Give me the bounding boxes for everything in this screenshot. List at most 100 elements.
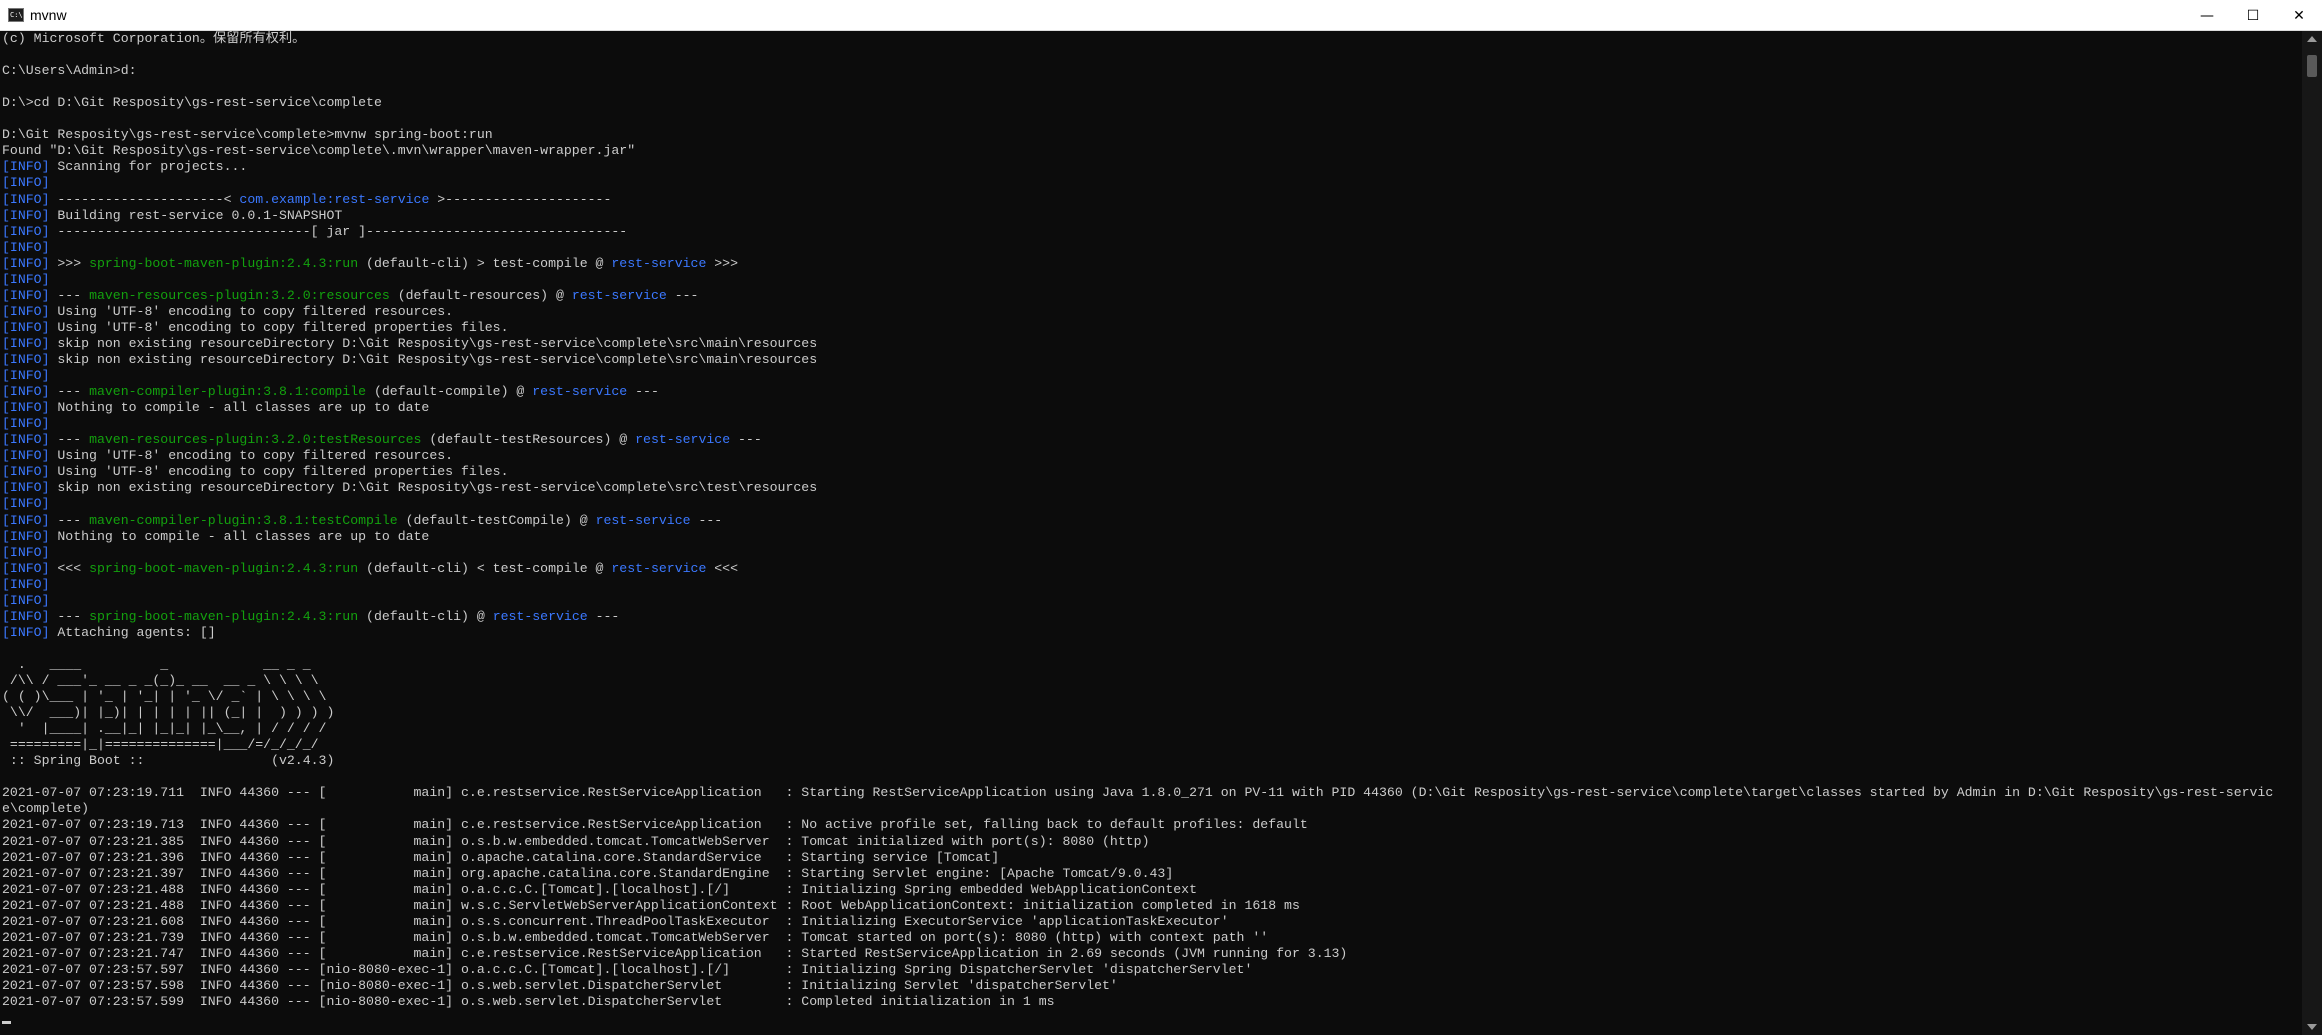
console-text: =========|_|==============|___/=/_/_/_/ xyxy=(2,737,319,753)
close-button[interactable]: ✕ xyxy=(2276,0,2322,31)
console-line: [INFO] --- spring-boot-maven-plugin:2.4.… xyxy=(2,609,619,625)
console-line: [INFO] Using 'UTF-8' encoding to copy fi… xyxy=(2,464,508,480)
console-line: [INFO] xyxy=(2,240,49,256)
log-level-tag: [INFO] xyxy=(2,223,50,239)
console-text: Scanning for projects... xyxy=(49,159,248,175)
console-text: (default-cli) > test-compile @ xyxy=(358,255,612,271)
scroll-thumb[interactable] xyxy=(2307,55,2317,77)
console-line: ' |____| .__|_| |_|_| |_\__, | / / / / xyxy=(2,721,327,737)
console-line: . ____ _ __ _ _ xyxy=(2,657,311,673)
log-level-tag: [INFO] xyxy=(2,464,50,480)
console-text: --- xyxy=(730,432,762,448)
console-line: [INFO] --- maven-compiler-plugin:3.8.1:t… xyxy=(2,513,722,529)
console-text: Using 'UTF-8' encoding to copy filtered … xyxy=(49,319,509,335)
log-level-tag: [INFO] xyxy=(2,544,50,560)
log-level-tag: [INFO] xyxy=(2,576,50,592)
log-level-tag: [INFO] xyxy=(2,432,50,448)
console-output[interactable]: (c) Microsoft Corporation。保留所有权利。 C:\User… xyxy=(0,31,2302,1035)
console-text: --- xyxy=(49,608,90,624)
project-name: rest-service xyxy=(571,287,667,303)
log-level-tag: [INFO] xyxy=(2,368,50,384)
console-text: skip non existing resourceDirectory D:\G… xyxy=(49,352,818,367)
console-text: D:\>cd D:\Git Resposity\gs-rest-service\… xyxy=(2,95,382,111)
console-text: --- xyxy=(627,384,659,400)
console-line: [INFO] xyxy=(2,545,49,561)
console-line: \\/ ___)| |_)| | | | | || (_| | ) ) ) ) xyxy=(2,705,334,721)
console-text: e\complete) xyxy=(2,801,90,817)
console-line: C:\Users\Admin>d: xyxy=(2,63,137,79)
console-line: [INFO] xyxy=(2,368,49,384)
console-text: Using 'UTF-8' encoding to copy filtered … xyxy=(49,303,454,319)
console-text: (default-cli) < test-compile @ xyxy=(358,560,612,576)
console-text: . ____ _ __ _ _ xyxy=(2,656,311,672)
log-level-tag: [INFO] xyxy=(2,255,50,271)
plugin-goal: maven-compiler-plugin:3.8.1:compile xyxy=(89,384,367,400)
scroll-up-arrow-icon[interactable] xyxy=(2307,36,2317,42)
vertical-scrollbar[interactable] xyxy=(2302,31,2322,1035)
console-app-icon[interactable] xyxy=(8,8,24,22)
log-level-tag: [INFO] xyxy=(2,592,50,608)
console-line: [INFO] Using 'UTF-8' encoding to copy fi… xyxy=(2,304,453,320)
project-name: rest-service xyxy=(635,432,731,448)
console-line: [INFO] xyxy=(2,577,49,593)
console-text: 2021-07-07 07:23:57.599 INFO 44360 --- [… xyxy=(2,994,1055,1009)
console-text: (default-resources) @ xyxy=(389,287,572,303)
console-text: 2021-07-07 07:23:21.608 INFO 44360 --- [… xyxy=(2,913,1229,929)
console-text: <<< xyxy=(706,560,739,576)
log-level-tag: [INFO] xyxy=(2,271,50,287)
console-line: 2021-07-07 07:23:57.597 INFO 44360 --- [… xyxy=(2,962,1252,978)
console-line: [INFO] ---------------------< com.exampl… xyxy=(2,192,611,208)
project-name: rest-service xyxy=(595,512,691,528)
console-text: 2021-07-07 07:23:19.711 INFO 44360 --- [… xyxy=(2,785,2274,801)
log-level-tag: [INFO] xyxy=(2,480,50,496)
console-text: <<< xyxy=(49,560,90,576)
plugin-goal: maven-compiler-plugin:3.8.1:testCompile xyxy=(89,512,398,528)
console-line: 2021-07-07 07:23:21.488 INFO 44360 --- [… xyxy=(2,882,1197,898)
console-text: --- xyxy=(587,608,620,624)
log-level-tag: [INFO] xyxy=(2,287,50,303)
console-line: [INFO] --- maven-resources-plugin:3.2.0:… xyxy=(2,432,762,448)
console-line: [INFO] Using 'UTF-8' encoding to copy fi… xyxy=(2,320,508,336)
log-level-tag: [INFO] xyxy=(2,159,50,175)
console-line: 2021-07-07 07:23:21.608 INFO 44360 --- [… xyxy=(2,914,1229,930)
console-line: [INFO] xyxy=(2,496,49,512)
console-text: Building rest-service 0.0.1-SNAPSHOT xyxy=(49,207,343,223)
console-line: [INFO] <<< spring-boot-maven-plugin:2.4.… xyxy=(2,561,738,577)
console-text: --- xyxy=(49,432,90,448)
console-text: 2021-07-07 07:23:21.747 INFO 44360 --- [… xyxy=(2,945,1348,961)
minimize-button[interactable]: — xyxy=(2184,0,2230,31)
console-text: 2021-07-07 07:23:21.488 INFO 44360 --- [… xyxy=(2,881,1197,897)
project-name: com.example:rest-service xyxy=(239,191,430,207)
console-line: 2021-07-07 07:23:21.397 INFO 44360 --- [… xyxy=(2,866,1173,882)
console-line: (c) Microsoft Corporation。保留所有权利。 xyxy=(2,31,305,47)
scroll-down-arrow-icon[interactable] xyxy=(2307,1024,2317,1030)
plugin-goal: spring-boot-maven-plugin:2.4.3:run xyxy=(89,560,359,576)
console-line: [INFO] skip non existing resourceDirecto… xyxy=(2,336,817,352)
console-text: 2021-07-07 07:23:21.385 INFO 44360 --- [… xyxy=(2,833,1150,849)
console-line: [INFO] Nothing to compile - all classes … xyxy=(2,529,429,545)
project-name: rest-service xyxy=(492,608,588,624)
console-text: 2021-07-07 07:23:19.713 INFO 44360 --- [… xyxy=(2,817,1308,833)
log-level-tag: [INFO] xyxy=(2,512,50,528)
console-line: [INFO] >>> spring-boot-maven-plugin:2.4.… xyxy=(2,256,738,272)
console-line: [INFO] skip non existing resourceDirecto… xyxy=(2,480,817,496)
plugin-goal: spring-boot-maven-plugin:2.4.3:run xyxy=(89,255,359,271)
window-title: mvnw xyxy=(30,7,67,23)
console-text: (default-testCompile) @ xyxy=(397,512,596,528)
console-line: e\complete) xyxy=(2,801,89,817)
window-title-bar: mvnw — ☐ ✕ xyxy=(0,0,2322,31)
console-line: 2021-07-07 07:23:57.598 INFO 44360 --- [… xyxy=(2,978,1118,994)
console-text: ' |____| .__|_| |_|_| |_\__, | / / / / xyxy=(2,721,327,737)
console-text: 2021-07-07 07:23:57.597 INFO 44360 --- [… xyxy=(2,961,1253,977)
console-line: 2021-07-07 07:23:21.488 INFO 44360 --- [… xyxy=(2,898,1300,914)
console-text: --- xyxy=(49,512,90,528)
console-line: D:\Git Resposity\gs-rest-service\complet… xyxy=(2,127,493,143)
maximize-button[interactable]: ☐ xyxy=(2230,0,2276,31)
console-text: (c) Microsoft Corporation。保留所有权利。 xyxy=(2,31,306,46)
log-level-tag: [INFO] xyxy=(2,335,50,351)
console-text: skip non existing resourceDirectory D:\G… xyxy=(49,480,818,496)
console-text: C:\Users\Admin>d: xyxy=(2,63,137,79)
log-level-tag: [INFO] xyxy=(2,303,50,319)
console-text: D:\Git Resposity\gs-rest-service\complet… xyxy=(2,127,493,143)
console-line: [INFO] --- maven-resources-plugin:3.2.0:… xyxy=(2,288,698,304)
